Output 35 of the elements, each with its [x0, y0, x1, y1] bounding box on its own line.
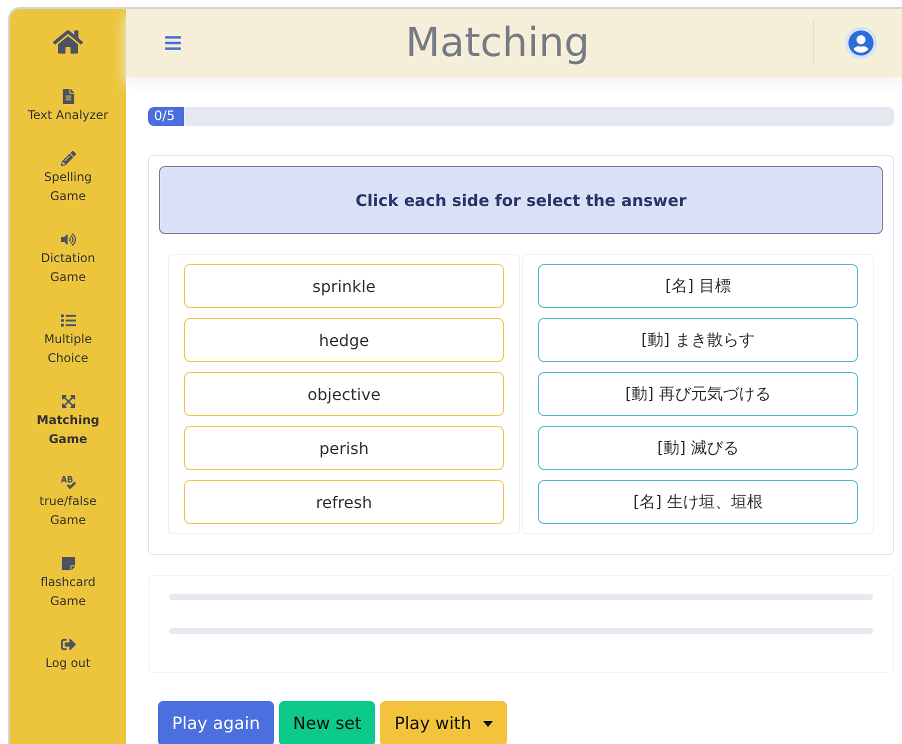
instruction-banner: Click each side for select the answer	[159, 166, 883, 234]
list-icon	[60, 313, 76, 328]
spell-check-icon	[60, 475, 76, 490]
word-choice[interactable]: refresh	[184, 480, 504, 524]
meaning-choice[interactable]: [動] 滅びる	[538, 426, 858, 470]
action-button[interactable]: Play again	[158, 701, 274, 744]
document-icon	[60, 89, 76, 104]
word-choice[interactable]: perish	[184, 426, 504, 470]
logout-icon	[60, 637, 76, 652]
word-choice[interactable]: hedge	[184, 318, 504, 362]
sidebar-item[interactable]: Spelling Game	[26, 151, 110, 206]
menu-icon[interactable]	[164, 34, 182, 52]
sidebar-item[interactable]: Dictation Game	[26, 232, 110, 287]
note-icon	[60, 556, 76, 571]
meaning-choice[interactable]: [名] 生け垣、垣根	[538, 480, 858, 524]
word-choice[interactable]: sprinkle	[184, 264, 504, 308]
dropdown-button[interactable]: Play with	[380, 701, 508, 744]
progress-fill: 0/5	[148, 107, 184, 126]
word-choice[interactable]: objective	[184, 372, 504, 416]
sidebar-item[interactable]: flashcard Game	[26, 556, 110, 611]
expand-arrows-icon	[60, 394, 76, 409]
user-avatar-icon[interactable]	[848, 30, 874, 56]
meaning-choice[interactable]: [動] まき散らす	[538, 318, 858, 362]
sidebar-item[interactable]: Matching Game	[26, 394, 110, 449]
speaker-icon	[60, 232, 76, 247]
sidebar-item[interactable]: Log out	[26, 637, 110, 673]
caret-icon	[483, 720, 494, 726]
sidebar-item[interactable]: Text Analyzer	[26, 89, 110, 125]
pencil-icon	[60, 151, 76, 166]
meaning-choice[interactable]: [名] 目標	[538, 264, 858, 308]
page-title: Matching	[404, 20, 590, 66]
sidebar-item[interactable]: Multiple Choice	[26, 313, 110, 368]
meaning-choice[interactable]: [動] 再び元気づける	[538, 372, 858, 416]
action-button[interactable]: New set	[278, 701, 376, 744]
sidebar-item[interactable]: true/false Game	[26, 475, 110, 530]
